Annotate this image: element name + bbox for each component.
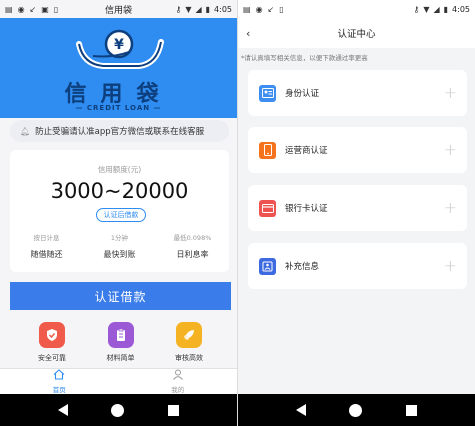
rocket-icon bbox=[176, 322, 202, 348]
auth-item-label: 银行卡认证 bbox=[285, 204, 328, 214]
user-icon bbox=[172, 369, 184, 382]
advantage-label: 审核高效 bbox=[175, 354, 203, 362]
battery-icon: ▮ bbox=[443, 4, 449, 14]
advantage-safe[interactable]: 安全可靠 bbox=[20, 322, 84, 363]
page-title: 认证中心 bbox=[337, 29, 376, 40]
tab-home[interactable]: 首页 bbox=[0, 369, 119, 394]
bottom-tab-bar: 首页 我的 bbox=[0, 368, 237, 394]
tab-label: 我的 bbox=[171, 386, 185, 394]
recent-apps-icon[interactable] bbox=[168, 404, 180, 416]
home-screen: ▤ ◉ ↙ ▣ ▯ 信用袋 ⚷ ▼ ◢ ▮ 4:05 ¥ 信用袋 — CREDI… bbox=[0, 0, 237, 426]
auth-item-identity[interactable]: 身份认证 + bbox=[248, 70, 467, 116]
android-nav-bar bbox=[0, 394, 237, 426]
page-header: ‹ 认证中心 bbox=[238, 18, 475, 48]
shield-icon bbox=[39, 322, 65, 348]
phone-icon bbox=[259, 141, 276, 159]
auth-item-carrier[interactable]: 运营商认证 + bbox=[248, 127, 467, 173]
wifi-icon: ▼ bbox=[185, 4, 192, 14]
back-arrow-icon[interactable]: ‹ bbox=[246, 27, 250, 40]
missed-call-icon: ↙ bbox=[267, 4, 275, 14]
status-time: 4:05 bbox=[214, 4, 232, 14]
quota-card: 信用额度(元) 3000~20000 认证后借款 按日计息 随借随还 1分钟 最… bbox=[10, 150, 229, 272]
status-bar: ▤ ◉ ↙ ▣ ▯ 信用袋 ⚷ ▼ ◢ ▮ 4:05 bbox=[0, 0, 237, 18]
bell-icon: 🔔︎ bbox=[20, 126, 31, 136]
back-nav-icon[interactable] bbox=[295, 404, 306, 416]
plus-icon[interactable]: + bbox=[444, 142, 457, 158]
key-icon: ⚷ bbox=[175, 4, 182, 14]
logo-subtitle: — CREDIT LOAN — bbox=[75, 104, 162, 112]
battery-icon: ▮ bbox=[205, 4, 211, 14]
plus-icon[interactable]: + bbox=[444, 85, 457, 101]
advantage-fast[interactable]: 审核高效 bbox=[157, 322, 221, 363]
info-icon bbox=[259, 257, 276, 275]
recent-apps-icon[interactable] bbox=[406, 404, 418, 416]
key-icon: ⚷ bbox=[413, 4, 420, 14]
tab-label: 首页 bbox=[52, 386, 66, 394]
anti-fraud-notice[interactable]: 🔔︎ 防止受骗请认准app官方微信或联系在线客服 bbox=[10, 120, 229, 142]
app-logo: ¥ 信用袋 — CREDIT LOAN — bbox=[48, 28, 189, 114]
notification-icon: ▤ bbox=[5, 4, 13, 14]
hero-banner: ¥ 信用袋 — CREDIT LOAN — bbox=[0, 18, 237, 118]
back-nav-icon[interactable] bbox=[57, 404, 68, 416]
location-icon: ◉ bbox=[255, 4, 263, 14]
feature-caption: 最低0.098% bbox=[173, 234, 212, 242]
status-bar: ▤ ◉ ↙ ▯ ⚷ ▼ ◢ ▮ 4:05 bbox=[238, 0, 475, 18]
auth-item-label: 身份认证 bbox=[285, 89, 320, 99]
android-nav-bar bbox=[238, 394, 475, 426]
status-time: 4:05 bbox=[452, 4, 470, 14]
wifi-icon: ▼ bbox=[423, 4, 430, 14]
feature-item: 按日计息 随借随还 bbox=[17, 232, 77, 260]
advantage-label: 材料简单 bbox=[106, 354, 135, 362]
feature-value: 日利息率 bbox=[176, 250, 209, 259]
plus-icon[interactable]: + bbox=[444, 258, 457, 274]
signal-icon: ◢ bbox=[195, 4, 202, 14]
quota-label: 信用额度(元) bbox=[97, 165, 142, 174]
advantage-icons: 安全可靠 材料简单 审核高效 bbox=[0, 322, 237, 363]
borrow-after-auth-button[interactable]: 认证后借款 bbox=[96, 208, 146, 222]
advantage-simple[interactable]: 材料简单 bbox=[89, 322, 153, 363]
auth-item-label: 运营商认证 bbox=[285, 146, 328, 156]
advantage-label: 安全可靠 bbox=[38, 354, 66, 362]
auth-item-supplement[interactable]: 补充信息 + bbox=[248, 243, 467, 289]
loan-features: 按日计息 随借随还 1分钟 最快到账 最低0.098% 日利息率 bbox=[10, 232, 229, 260]
currency-symbol: ¥ bbox=[114, 37, 124, 53]
auth-center-screen: ▤ ◉ ↙ ▯ ⚷ ▼ ◢ ▮ 4:05 ‹ 认证中心 *请认真填写相关信息，以… bbox=[238, 0, 475, 426]
quota-value: 3000~20000 bbox=[50, 179, 189, 203]
hand-coin-icon: ¥ bbox=[76, 29, 164, 69]
notification-icon: ▤ bbox=[243, 4, 251, 14]
feature-value: 最快到账 bbox=[103, 250, 136, 259]
bank-card-icon bbox=[259, 199, 276, 217]
feature-caption: 1分钟 bbox=[110, 234, 129, 242]
home-nav-icon[interactable] bbox=[349, 403, 363, 417]
auth-hint: *请认真填写相关信息，以便下款通过率更高 bbox=[241, 54, 368, 62]
plus-icon[interactable]: + bbox=[444, 200, 457, 216]
id-card-icon bbox=[259, 84, 276, 102]
notice-text: 防止受骗请认准app官方微信或联系在线客服 bbox=[35, 127, 205, 137]
message-icon: ▣ bbox=[41, 4, 49, 14]
auth-item-label: 补充信息 bbox=[285, 262, 320, 272]
home-nav-icon[interactable] bbox=[111, 403, 125, 417]
tab-mine[interactable]: 我的 bbox=[119, 369, 238, 394]
apply-loan-button[interactable]: 认证借款 bbox=[10, 282, 231, 310]
feature-value: 随借随还 bbox=[30, 250, 63, 259]
missed-call-icon: ↙ bbox=[29, 4, 37, 14]
feature-item: 最低0.098% 日利息率 bbox=[163, 232, 223, 260]
home-icon bbox=[53, 369, 65, 382]
auth-item-bank-card[interactable]: 银行卡认证 + bbox=[248, 185, 467, 231]
sim-icon: ▯ bbox=[53, 4, 59, 14]
feature-item: 1分钟 最快到账 bbox=[90, 232, 150, 260]
signal-icon: ◢ bbox=[433, 4, 440, 14]
sim-icon: ▯ bbox=[279, 4, 284, 14]
feature-caption: 按日计息 bbox=[33, 234, 60, 242]
clipboard-icon bbox=[107, 322, 134, 348]
location-icon: ◉ bbox=[17, 4, 25, 14]
